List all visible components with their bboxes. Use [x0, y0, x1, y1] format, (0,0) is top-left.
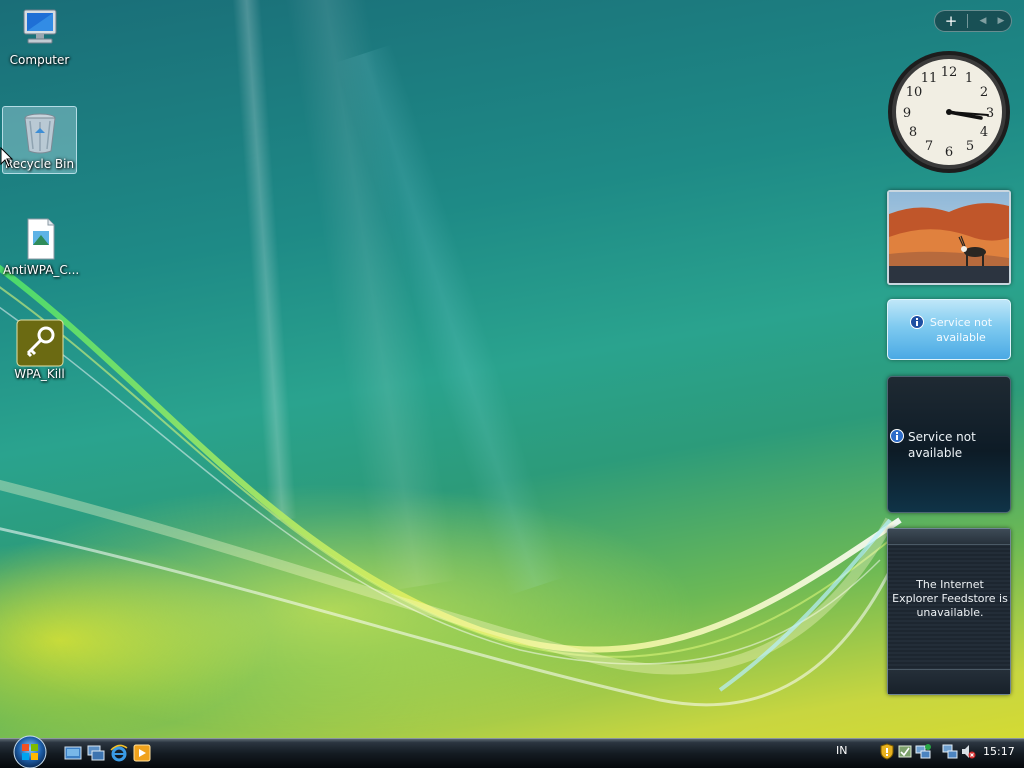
key-icon — [16, 319, 63, 367]
desert-oryx-photo — [889, 192, 1009, 283]
clock-numeral: 8 — [909, 125, 917, 140]
computer-icon — [23, 9, 56, 44]
clock-numeral: 11 — [921, 71, 938, 86]
feed-headlines-gadget[interactable]: The Internet Explorer Feedstore is unava… — [887, 528, 1011, 695]
desktop-icon-antiwpa[interactable]: AntiWPA_C... — [2, 212, 80, 280]
network-status-icon[interactable] — [915, 743, 931, 760]
feed-status-text: The Internet Explorer Feedstore is unava… — [892, 578, 1008, 619]
start-button[interactable] — [8, 733, 52, 768]
clock-numeral: 7 — [925, 139, 933, 154]
switch-windows-icon[interactable] — [87, 744, 105, 762]
clock-numeral: 1 — [965, 71, 973, 86]
clock-numeral: 5 — [966, 139, 974, 154]
desktop-icon-wpa-kill[interactable]: WPA_Kill — [2, 316, 77, 384]
desktop-icon-label: Computer — [9, 53, 70, 67]
clock-numeral: 2 — [980, 85, 988, 100]
desktop-icon-computer[interactable]: Computer — [2, 2, 77, 70]
security-shield-icon[interactable] — [879, 743, 895, 760]
show-desktop-icon[interactable] — [64, 744, 82, 762]
internet-explorer-icon[interactable] — [110, 744, 128, 762]
file-icon — [27, 218, 54, 260]
wallpaper-wave — [0, 264, 902, 707]
desktop-icon-label: WPA_Kill — [14, 367, 65, 381]
desktop-icon-label: AntiWPA_C... — [3, 263, 80, 277]
update-icon[interactable] — [897, 743, 913, 760]
weather-status-text: Service not available — [929, 316, 993, 344]
taskbar-clock[interactable]: 15:17 — [983, 745, 1015, 758]
previous-page-button[interactable]: ◀ — [973, 13, 993, 29]
stocks-status-text: Service not available — [908, 430, 976, 460]
media-player-icon[interactable] — [133, 744, 151, 762]
add-gadget-button[interactable]: + — [940, 12, 962, 30]
slideshow-gadget[interactable] — [887, 190, 1011, 285]
stocks-gadget[interactable]: Service not available — [887, 376, 1011, 513]
next-page-button[interactable]: ▶ — [991, 13, 1011, 29]
volume-muted-icon[interactable] — [960, 743, 976, 760]
taskbar — [0, 738, 1024, 768]
clock-numeral: 9 — [903, 106, 911, 121]
clock-numeral: 4 — [980, 125, 988, 140]
clock-numeral: 12 — [941, 65, 958, 80]
info-icon — [890, 429, 904, 443]
mouse-cursor-icon — [0, 147, 14, 168]
network-icon[interactable] — [942, 743, 958, 760]
sidebar-controls: + ◀ ▶ — [934, 10, 1012, 32]
language-indicator[interactable]: IN — [836, 744, 847, 757]
clock-numeral: 10 — [906, 85, 923, 100]
clock-gadget[interactable]: 12 1 2 3 4 5 6 7 8 9 10 11 — [886, 49, 1012, 175]
clock-numeral: 6 — [945, 145, 953, 160]
recycle-bin-icon — [23, 113, 56, 154]
weather-gadget[interactable]: Service not available — [887, 299, 1011, 360]
clock-numeral: 3 — [986, 106, 994, 121]
